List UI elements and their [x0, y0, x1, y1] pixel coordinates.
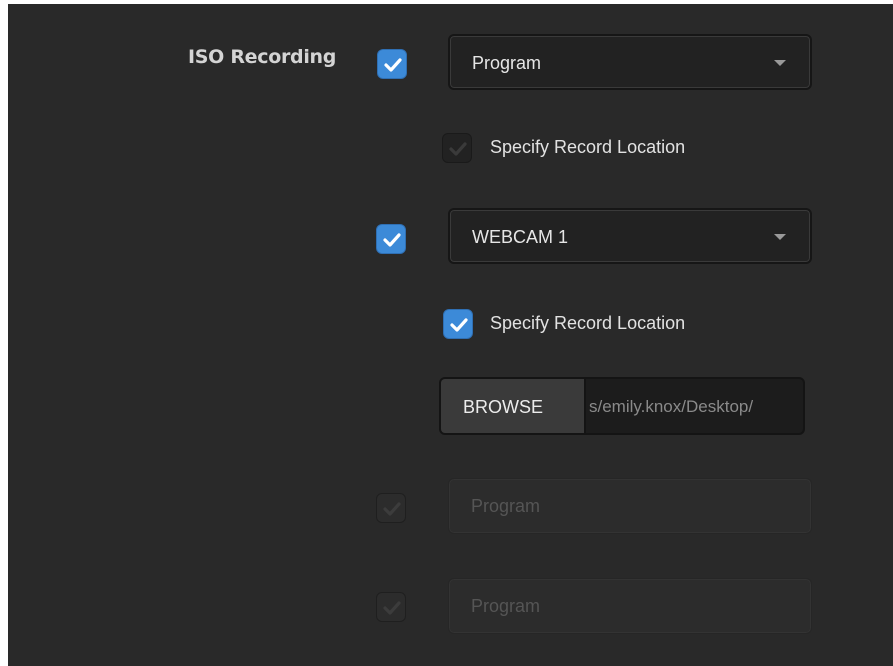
iso-recording-panel: ISO Recording Program Specify Record Loc…: [8, 4, 893, 666]
iso-1-source-dropdown[interactable]: Program: [448, 34, 812, 90]
iso-3-enable-checkbox: [376, 493, 406, 523]
check-icon: [383, 233, 401, 247]
browse-button[interactable]: BROWSE: [441, 379, 586, 433]
check-icon: [384, 58, 402, 72]
iso-4-source-value: Program: [471, 596, 541, 616]
iso-1-source-value: Program: [472, 53, 542, 73]
iso-2-source-dropdown[interactable]: WEBCAM 1: [448, 208, 812, 264]
iso-2-source-value: WEBCAM 1: [472, 227, 569, 247]
chevron-down-icon: [774, 234, 786, 240]
iso-recording-label: ISO Recording: [188, 46, 337, 68]
record-location-row: BROWSE s/emily.knox/Desktop/: [439, 377, 805, 435]
iso-1-enable-checkbox[interactable]: [377, 49, 407, 79]
record-location-path[interactable]: s/emily.knox/Desktop/: [589, 397, 753, 417]
check-icon: [450, 318, 468, 332]
iso-1-specify-location-label[interactable]: Specify Record Location: [490, 137, 685, 158]
iso-3-source-value: Program: [471, 496, 541, 516]
iso-2-specify-location-label[interactable]: Specify Record Location: [490, 313, 685, 334]
iso-3-source-dropdown: Program: [448, 478, 812, 534]
iso-2-enable-checkbox[interactable]: [376, 224, 406, 254]
iso-1-specify-location-checkbox[interactable]: [442, 133, 472, 163]
iso-4-enable-checkbox: [376, 592, 406, 622]
iso-2-specify-location-checkbox[interactable]: [443, 309, 473, 339]
browse-button-label: BROWSE: [463, 397, 544, 417]
check-icon: [383, 601, 401, 615]
chevron-down-icon: [774, 60, 786, 66]
check-icon: [383, 502, 401, 516]
check-icon: [449, 142, 467, 156]
iso-4-source-dropdown: Program: [448, 578, 812, 634]
